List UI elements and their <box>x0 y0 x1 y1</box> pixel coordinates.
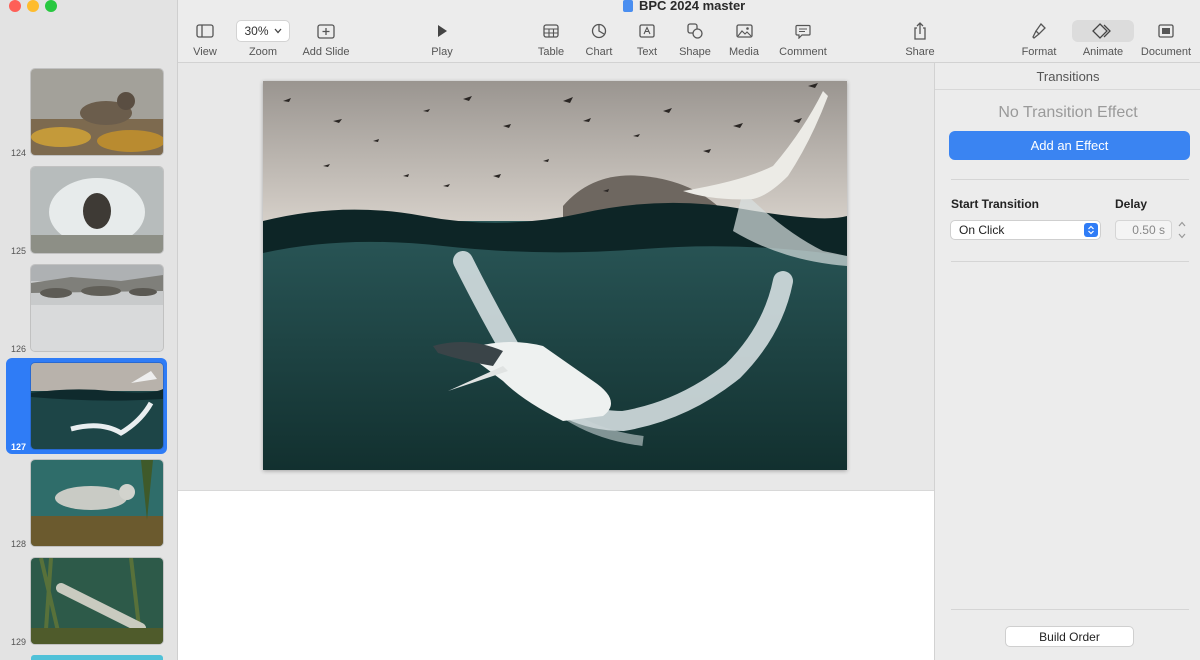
slide-preview-gannet-dive <box>31 363 163 449</box>
chevron-down-icon[interactable] <box>1177 232 1187 240</box>
slide-thumbnail-124[interactable]: 124 <box>6 64 167 160</box>
add-slide-icon <box>317 20 335 42</box>
animate-diamond-icon <box>1072 20 1134 42</box>
slide-thumbnail-next-partial[interactable] <box>31 655 163 660</box>
zoom-label: Zoom <box>248 46 278 58</box>
slide-navigator: 124 125 126 127 128 129 <box>0 0 178 660</box>
slide-number: 127 <box>11 442 27 452</box>
text-label: Text <box>636 46 658 58</box>
comment-button[interactable]: Comment <box>773 20 833 58</box>
slide-thumbnail-129[interactable]: 129 <box>6 553 167 649</box>
toolbar: BPC 2024 master View 30% Zoom Add Slide … <box>178 0 1200 63</box>
add-slide-label: Add Slide <box>302 46 350 58</box>
add-slide-button[interactable]: Add Slide <box>296 20 356 58</box>
delay-label: Delay <box>1115 197 1148 211</box>
play-label: Play <box>431 46 453 58</box>
shape-icon <box>687 20 703 42</box>
tab-transitions[interactable]: Transitions <box>935 63 1200 90</box>
minimize-window-button[interactable] <box>27 0 39 12</box>
slide-thumbnail-127[interactable]: 127 <box>6 358 167 454</box>
gannet-dive-photo <box>263 81 847 470</box>
slide-preview-seal-splash <box>31 167 163 253</box>
section-divider <box>951 609 1189 610</box>
slide-number: 128 <box>11 539 27 549</box>
slide-preview-seal-underwater <box>31 460 163 546</box>
view-label: View <box>193 46 217 58</box>
shape-label: Shape <box>679 46 711 58</box>
media-button[interactable]: Media <box>714 20 774 58</box>
delay-input[interactable]: 0.50 s <box>1115 220 1172 240</box>
slide-thumbnail-125[interactable]: 125 <box>6 162 167 258</box>
text-box-icon <box>639 20 655 42</box>
document-title: BPC 2024 master <box>639 0 746 13</box>
share-label: Share <box>905 46 935 58</box>
media-icon <box>735 20 753 42</box>
slide-number: 124 <box>11 148 27 158</box>
no-transition-effect-text: No Transition Effect <box>998 104 1138 121</box>
format-button[interactable]: Format <box>1009 20 1069 58</box>
zoom-dropdown[interactable]: 30% <box>236 20 290 42</box>
delay-stepper[interactable] <box>1175 220 1188 240</box>
format-label: Format <box>1021 46 1057 58</box>
share-button[interactable]: Share <box>890 20 950 58</box>
add-an-effect-button[interactable]: Add an Effect <box>949 131 1190 160</box>
zoom-value: 30% <box>244 24 269 38</box>
canvas-empty-area[interactable] <box>178 490 934 660</box>
slide-thumbnail-126[interactable]: 126 <box>6 260 167 356</box>
animate-button[interactable]: Animate <box>1072 20 1134 58</box>
section-divider <box>951 179 1189 180</box>
chevron-up-icon[interactable] <box>1177 220 1187 228</box>
keynote-document-icon <box>623 0 633 12</box>
share-icon <box>913 20 927 42</box>
document-button[interactable]: Document <box>1136 20 1196 58</box>
media-label: Media <box>729 46 759 58</box>
chevron-down-icon <box>274 28 282 34</box>
table-icon <box>543 20 559 42</box>
slide-number: 125 <box>11 246 27 256</box>
sidebar-view-icon <box>196 20 214 42</box>
view-button[interactable]: View <box>175 20 235 58</box>
animate-inspector: Transitions No Transition Effect Add an … <box>934 63 1200 660</box>
slide-thumbnail-128[interactable]: 128 <box>6 455 167 551</box>
play-icon <box>435 20 449 42</box>
chart-icon <box>591 20 607 42</box>
window-title: BPC 2024 master <box>623 0 745 13</box>
slide-preview-seal-kelp <box>31 558 163 644</box>
table-label: Table <box>537 46 565 58</box>
slide-number: 126 <box>11 344 27 354</box>
slide-canvas[interactable] <box>178 63 934 660</box>
slide-preview-seals-shoreline <box>31 265 163 351</box>
zoom-window-button[interactable] <box>45 0 57 12</box>
comment-label: Comment <box>779 46 827 58</box>
build-order-button[interactable]: Build Order <box>1005 626 1134 647</box>
chart-label: Chart <box>585 46 613 58</box>
start-transition-label: Start Transition <box>951 197 1040 211</box>
play-button[interactable]: Play <box>412 20 472 58</box>
document-label: Document <box>1140 46 1192 58</box>
start-transition-value: On Click <box>959 223 1005 237</box>
slide-preview-seal-on-rocks <box>31 69 163 155</box>
animate-label: Animate <box>1082 46 1124 58</box>
comment-icon <box>795 20 811 42</box>
paintbrush-icon <box>1031 20 1047 42</box>
close-window-button[interactable] <box>9 0 21 12</box>
current-slide[interactable] <box>263 81 847 470</box>
section-divider <box>951 261 1189 262</box>
document-icon <box>1158 20 1174 42</box>
slide-number: 129 <box>11 637 27 647</box>
up-down-arrows-icon <box>1084 223 1098 237</box>
start-transition-select[interactable]: On Click <box>950 220 1101 240</box>
